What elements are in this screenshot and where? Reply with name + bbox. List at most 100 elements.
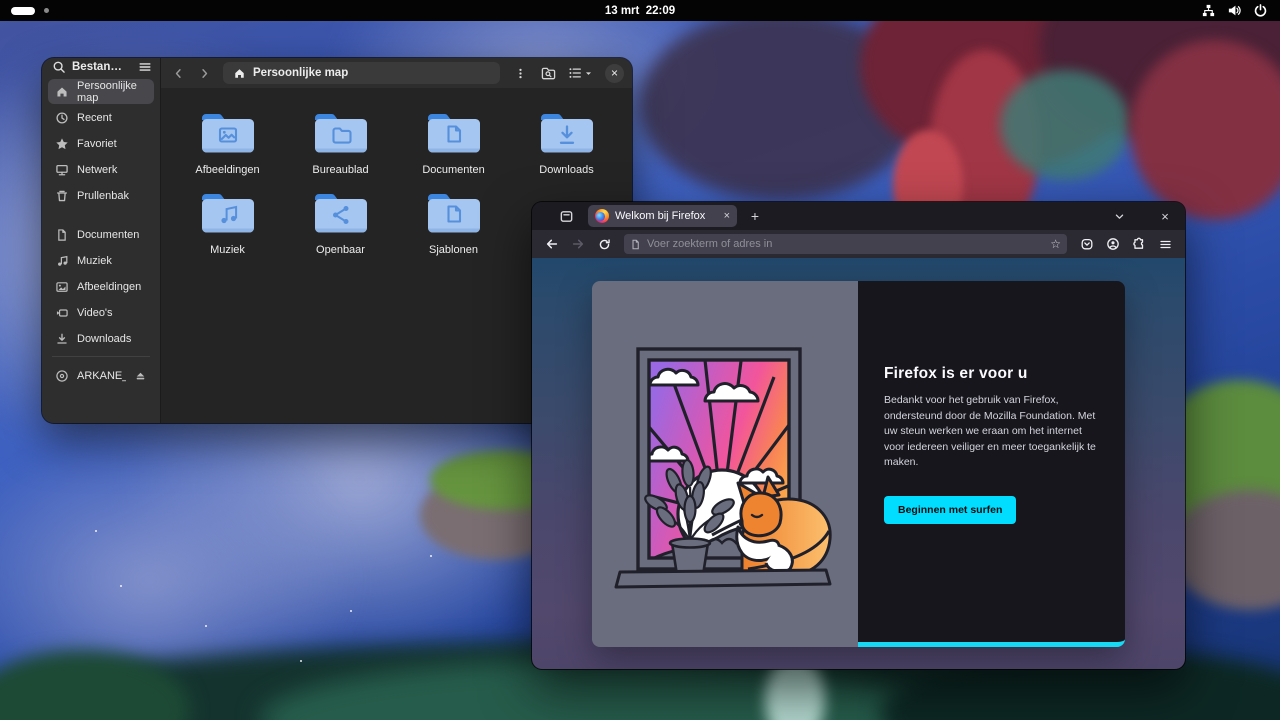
- close-icon[interactable]: ×: [605, 64, 624, 83]
- folder-label: Bureaublad: [312, 164, 368, 176]
- sidebar-item-drive[interactable]: ARKANE_…: [48, 363, 154, 388]
- sidebar-item-documents[interactable]: Documenten: [48, 222, 154, 247]
- hamburger-menu-icon[interactable]: [138, 60, 152, 74]
- sidebar-item-label: Downloads: [77, 333, 131, 345]
- welcome-heading: Firefox is er voor u: [884, 365, 1099, 383]
- kebab-menu-icon[interactable]: [508, 62, 532, 84]
- network-display-icon: [55, 163, 69, 177]
- volume-icon: [1227, 3, 1242, 18]
- sidebar-item-label: Persoonlijke map: [77, 80, 147, 104]
- system-tray[interactable]: [1201, 3, 1280, 18]
- folder-icon: [426, 190, 482, 236]
- folder-downloads[interactable]: Downloads: [510, 110, 623, 176]
- clock-icon: [55, 111, 69, 125]
- forward-icon[interactable]: [566, 233, 590, 255]
- sidebar-item-videos[interactable]: Video's: [48, 300, 154, 325]
- start-browsing-button[interactable]: Beginnen met surfen: [884, 496, 1016, 524]
- window-close-icon[interactable]: ×: [1153, 205, 1177, 227]
- folder-label: Muziek: [210, 244, 245, 256]
- sidebar-header: Bestan…: [42, 58, 160, 75]
- download-icon: [55, 332, 69, 346]
- folder-pictures[interactable]: Afbeeldingen: [171, 110, 284, 176]
- tab-close-icon[interactable]: ×: [724, 210, 730, 222]
- home-icon: [233, 67, 246, 80]
- new-tab-icon[interactable]: +: [743, 205, 767, 227]
- sidebar-item-label: Netwerk: [77, 164, 117, 176]
- sidebar-item-pictures[interactable]: Afbeeldingen: [48, 274, 154, 299]
- pocket-icon[interactable]: [1075, 233, 1099, 255]
- top-bar: 13 mrt 22:09: [0, 0, 1280, 21]
- welcome-illustration: [592, 281, 858, 647]
- account-icon[interactable]: [1101, 233, 1125, 255]
- home-icon: [55, 85, 69, 99]
- folder-icon: [200, 190, 256, 236]
- active-tab[interactable]: Welkom bij Firefox ×: [588, 205, 737, 227]
- page-icon: [630, 239, 641, 250]
- folder-music[interactable]: Muziek: [171, 190, 284, 256]
- app-title: Bestan…: [72, 61, 132, 73]
- address-input[interactable]: [647, 238, 1044, 250]
- sidebar-item-music[interactable]: Muziek: [48, 248, 154, 273]
- sidebar-item-label: Documenten: [77, 229, 139, 241]
- sidebar-item-label: Afbeeldingen: [77, 281, 141, 293]
- back-icon[interactable]: [540, 233, 564, 255]
- sidebar-item-starred[interactable]: Favoriet: [48, 131, 154, 156]
- folder-label: Documenten: [422, 164, 484, 176]
- sidebar-item-recent[interactable]: Recent: [48, 105, 154, 130]
- sidebar-item-label: ARKANE_…: [77, 370, 126, 382]
- menu-icon[interactable]: [1153, 233, 1177, 255]
- firefox-window: Welkom bij Firefox × + ×: [532, 202, 1185, 669]
- video-icon: [55, 306, 69, 320]
- folder-public[interactable]: Openbaar: [284, 190, 397, 256]
- star-icon: [55, 137, 69, 151]
- clock[interactable]: 13 mrt 22:09: [0, 5, 1280, 17]
- sidebar-item-trash[interactable]: Prullenbak: [48, 183, 154, 208]
- folder-icon: [200, 110, 256, 156]
- firefox-view-icon[interactable]: [554, 205, 578, 227]
- document-icon: [55, 228, 69, 242]
- image-emblem-icon: [222, 131, 225, 134]
- folder-icon: [313, 190, 369, 236]
- folder-templates[interactable]: Sjablonen: [397, 190, 510, 256]
- power-icon: [1253, 3, 1268, 18]
- sidebar-item-network[interactable]: Netwerk: [48, 157, 154, 182]
- sidebar-item-home[interactable]: Persoonlijke map: [48, 79, 154, 104]
- folder-icon: [313, 110, 369, 156]
- sidebar-item-label: Muziek: [77, 255, 112, 267]
- welcome-body: Bedankt voor het gebruik van Firefox, on…: [884, 393, 1099, 471]
- back-button[interactable]: [167, 62, 189, 84]
- files-sidebar: Bestan… Persoonlijke map Recent Favoriet: [42, 58, 161, 423]
- extensions-icon[interactable]: [1127, 233, 1151, 255]
- sidebar-item-label: Recent: [77, 112, 112, 124]
- view-switch-button[interactable]: [564, 62, 597, 84]
- folder-search-icon[interactable]: [536, 62, 560, 84]
- bookmark-star-icon[interactable]: ☆: [1050, 237, 1061, 251]
- eject-icon[interactable]: [134, 369, 147, 382]
- sidebar-item-label: Favoriet: [77, 138, 117, 150]
- folder-documents[interactable]: Documenten: [397, 110, 510, 176]
- folder-desktop[interactable]: Bureaublad: [284, 110, 397, 176]
- reload-icon[interactable]: [592, 233, 616, 255]
- breadcrumb[interactable]: Persoonlijke map: [223, 62, 500, 84]
- welcome-card: Firefox is er voor u Bedankt voor het ge…: [592, 281, 1125, 647]
- desktop: 13 mrt 22:09 Bestan…: [0, 0, 1280, 720]
- music-icon: [55, 254, 69, 268]
- sidebar-list: Persoonlijke map Recent Favoriet Netwerk…: [42, 75, 160, 352]
- sidebar-item-label: Video's: [77, 307, 113, 319]
- breadcrumb-label: Persoonlijke map: [253, 67, 348, 79]
- firefox-content: Firefox is er voor u Bedankt voor het ge…: [532, 258, 1185, 669]
- address-bar[interactable]: ☆: [624, 234, 1067, 254]
- welcome-panel: Firefox is er voor u Bedankt voor het ge…: [858, 281, 1125, 647]
- search-icon[interactable]: [52, 60, 66, 74]
- files-headerbar: Persoonlijke map ×: [161, 58, 632, 88]
- list-tabs-chevron-icon[interactable]: [1107, 205, 1131, 227]
- sidebar-item-downloads[interactable]: Downloads: [48, 326, 154, 351]
- disc-icon: [55, 369, 69, 383]
- sidebar-mounts: ARKANE_…: [42, 352, 160, 423]
- folder-label: Sjablonen: [429, 244, 478, 256]
- firefox-tabbar: Welkom bij Firefox × + ×: [532, 202, 1185, 230]
- firefox-toolbar: ☆: [532, 230, 1185, 258]
- folder-label: Downloads: [539, 164, 593, 176]
- forward-button[interactable]: [193, 62, 215, 84]
- sidebar-item-label: Prullenbak: [77, 190, 129, 202]
